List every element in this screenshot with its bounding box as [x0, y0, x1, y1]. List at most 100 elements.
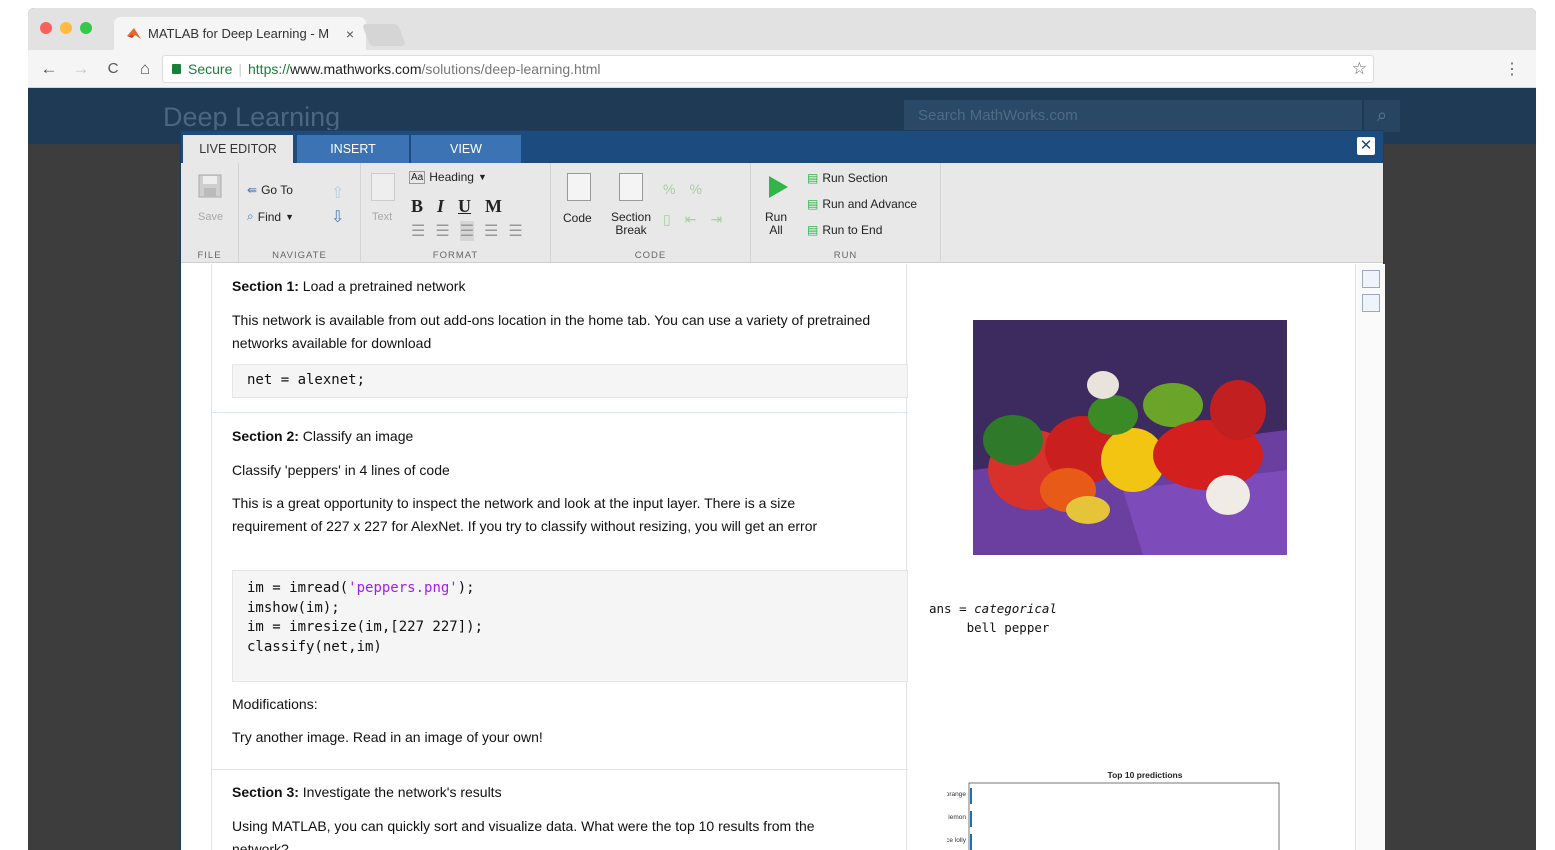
section-break-icon: [619, 173, 643, 201]
chart-bar: [970, 811, 972, 827]
navigate-group: ⇚ Go To ⌕ Find ▼ ⇧ ⇩ NAVIGATE: [239, 163, 361, 263]
code-line: imshow(im);: [247, 599, 340, 616]
browser-window: MATLAB for Deep Learning - M × ← → C ⌂ S…: [28, 8, 1536, 850]
modifications-text: Try another image. Read in an image of y…: [232, 729, 543, 745]
code-button[interactable]: Code: [563, 211, 592, 225]
live-script-area: Section 1: Load a pretrained network Thi…: [181, 264, 1385, 850]
minimize-window-button[interactable]: [60, 22, 72, 34]
chart-bar: [970, 788, 972, 804]
code-line: im = imread('peppers.png');: [247, 580, 475, 596]
list-align-buttons: ☰ ☰ ☰ ☰ ☰: [411, 221, 523, 241]
section-1-code[interactable]: net = alexnet;: [232, 364, 908, 398]
monospace-button[interactable]: M: [485, 196, 502, 217]
bold-button[interactable]: B: [411, 196, 423, 217]
ribbon-toolstrip: Save FILE ⇚ Go To ⌕ Find ▼ ⇧ ⇩ NAVIGATE Tex…: [181, 163, 1383, 263]
script-pane[interactable]: Section 1: Load a pretrained network Thi…: [211, 264, 908, 850]
chart-title: Top 10 predictions: [1108, 770, 1183, 780]
window-controls: [40, 22, 92, 34]
run-section-icon: ▤: [807, 171, 819, 185]
browser-tab[interactable]: MATLAB for Deep Learning - M ×: [114, 17, 366, 50]
section-2-text-2: This is a great opportunity to inspect t…: [232, 495, 818, 534]
align-left-icon[interactable]: ☰: [459, 221, 475, 241]
back-icon[interactable]: ←: [38, 59, 60, 79]
goto-button[interactable]: ⇚ Go To: [247, 183, 293, 197]
new-tab-button[interactable]: [361, 24, 407, 46]
code-tools-icons: %%: [663, 181, 702, 197]
close-tab-icon[interactable]: ×: [346, 26, 354, 42]
close-window-button[interactable]: [40, 22, 52, 34]
section-2-code[interactable]: im = imread('peppers.png'); imshow(im); …: [232, 570, 908, 682]
code-group-label: CODE: [634, 250, 667, 261]
run-to-end-icon: ▤: [807, 223, 819, 237]
text-icon: [371, 173, 395, 201]
chevron-down-icon: ▼: [477, 172, 487, 182]
zoom-window-button[interactable]: [80, 22, 92, 34]
run-section-button[interactable]: ▤ Run Section: [807, 171, 888, 185]
section-3-text: Using MATLAB, you can quickly sort and v…: [232, 818, 815, 850]
code-line: classify(net,im): [247, 638, 382, 655]
smart-indent-icon[interactable]: ▯: [663, 211, 671, 228]
run-group: Run All ▤ Run Section ▤ Run and Advance ▤ Ru…: [751, 163, 941, 263]
site-title: Deep Learning: [163, 102, 341, 132]
live-editor-window: LIVE EDITOR INSERT VIEW ✕ Save FILE ⇚ Go …: [180, 130, 1385, 850]
browser-menu-icon[interactable]: ⋮: [1504, 59, 1520, 79]
lock-icon: [172, 64, 181, 74]
run-and-advance-icon: ▤: [807, 197, 819, 211]
heading-dropdown[interactable]: Aa Heading ▼: [409, 170, 487, 184]
ans-output: ans = categorical bell pepper: [929, 601, 1057, 635]
section-3-heading: Section 3: Investigate the network's res…: [232, 784, 502, 800]
up-arrow-icon[interactable]: ⇧: [331, 183, 344, 203]
save-button[interactable]: Save: [198, 211, 223, 223]
reload-icon[interactable]: C: [102, 60, 124, 77]
forward-icon[interactable]: →: [70, 59, 92, 79]
wrap-icon[interactable]: %: [689, 181, 701, 197]
output-right-icon[interactable]: [1362, 270, 1380, 288]
url-field[interactable]: Secure | https:// www.mathworks.com /sol…: [162, 55, 1374, 83]
text-button[interactable]: Text: [372, 211, 392, 223]
ribbon-tabs: LIVE EDITOR INSERT VIEW ✕: [181, 131, 1383, 163]
top-predictions-chart: Top 10 predictions orange lemon ice lolly: [947, 770, 1280, 850]
chart-category-label: orange: [947, 791, 966, 798]
find-button[interactable]: ⌕ Find ▼: [247, 209, 294, 224]
code-line: im = imresize(im,[227 227]);: [247, 619, 484, 635]
home-icon[interactable]: ⌂: [134, 59, 156, 79]
decrease-indent-icon[interactable]: ⇤: [685, 211, 697, 228]
site-search-icon[interactable]: ⌕: [1364, 100, 1400, 132]
section-2-text-1: Classify 'peppers' in 4 lines of code: [232, 462, 450, 478]
run-to-end-button[interactable]: ▤ Run to End: [807, 223, 882, 237]
tab-insert[interactable]: INSERT: [297, 135, 409, 163]
chart-category-label: lemon: [948, 814, 966, 821]
section-break-button[interactable]: Section Break: [611, 211, 651, 237]
run-and-advance-button[interactable]: ▤ Run and Advance: [807, 197, 917, 211]
comment-icon[interactable]: %: [663, 181, 675, 197]
close-editor-icon[interactable]: ✕: [1357, 137, 1375, 155]
style-buttons: B I U M: [411, 196, 502, 217]
output-inline-icon[interactable]: [1362, 294, 1380, 312]
navigate-group-label: NAVIGATE: [272, 250, 327, 261]
bullet-list-icon[interactable]: ☰: [411, 221, 425, 241]
bookmark-star-icon[interactable]: ☆: [1352, 59, 1367, 79]
tab-bar: MATLAB for Deep Learning - M ×: [28, 8, 1536, 50]
italic-button[interactable]: I: [437, 196, 444, 217]
run-all-icon: [769, 176, 788, 198]
tab-view[interactable]: VIEW: [411, 135, 521, 163]
address-bar: ← → C ⌂ Secure | https:// www.mathworks.…: [28, 50, 1536, 88]
code-icon: [567, 173, 591, 201]
section-divider: [212, 769, 908, 770]
url-host: www.mathworks.com: [290, 61, 422, 77]
tab-live-editor[interactable]: LIVE EDITOR: [183, 135, 293, 163]
run-all-button[interactable]: Run All: [765, 211, 787, 237]
site-search-input[interactable]: Search MathWorks.com: [904, 100, 1362, 132]
align-right-icon[interactable]: ☰: [508, 221, 522, 241]
chart-bars: orange lemon ice lolly: [947, 788, 972, 850]
down-arrow-icon[interactable]: ⇩: [331, 207, 344, 227]
chevron-down-icon: ▼: [285, 211, 294, 222]
modifications-label: Modifications:: [232, 696, 318, 712]
numbered-list-icon[interactable]: ☰: [435, 221, 449, 241]
increase-indent-icon[interactable]: ⇥: [710, 211, 722, 228]
output-sidebar: [1355, 264, 1385, 850]
align-center-icon[interactable]: ☰: [484, 221, 498, 241]
matlab-logo-icon: [127, 27, 141, 39]
underline-button[interactable]: U: [458, 196, 471, 217]
indent-icons: ▯ ⇤ ⇥: [663, 211, 722, 228]
